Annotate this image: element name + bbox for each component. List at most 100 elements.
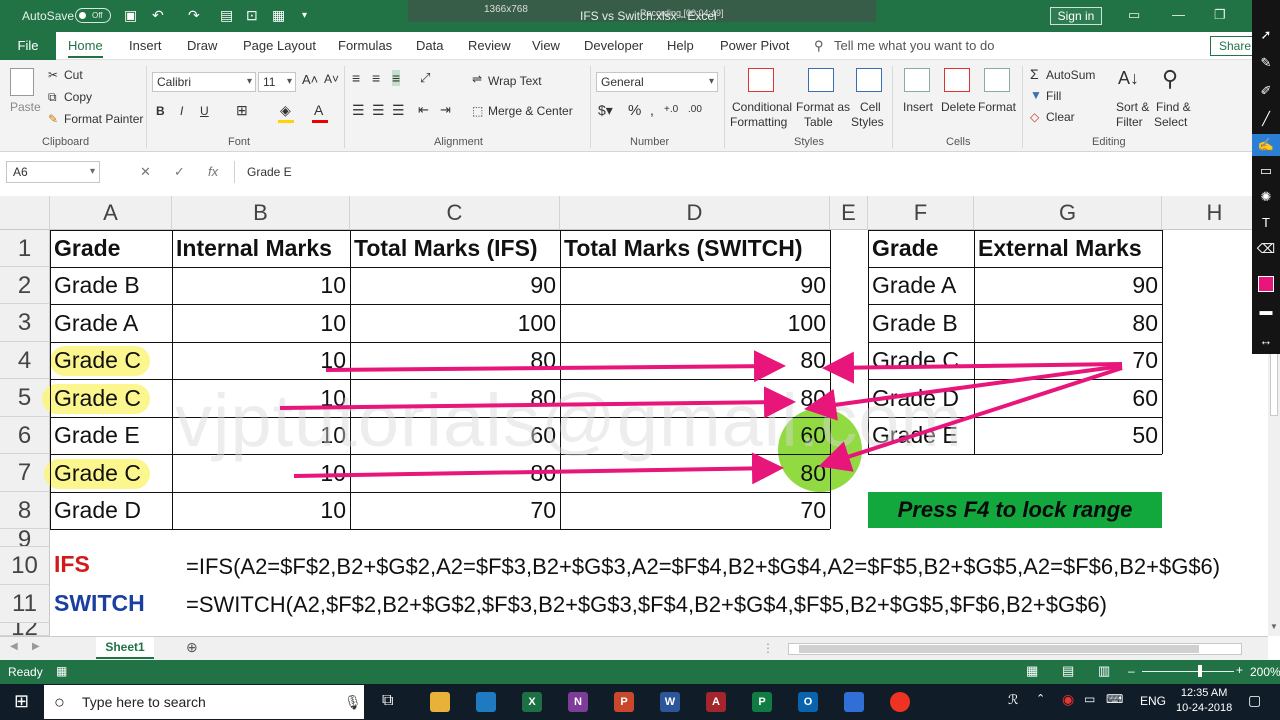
tab-formulas[interactable]: Formulas <box>338 38 392 53</box>
t2-data-cell[interactable]: Grade E <box>868 417 974 454</box>
t2-data-cell[interactable]: 70 <box>974 342 1162 379</box>
tab-file[interactable]: File <box>0 32 56 60</box>
format-as-table-icon[interactable] <box>808 68 834 92</box>
t2-header-cell[interactable]: External Marks <box>974 230 1162 267</box>
eraser-tool-icon[interactable]: ⌫ <box>1252 238 1280 260</box>
align-left-icon[interactable]: ☰ <box>352 102 365 119</box>
decrease-decimal-icon[interactable]: .00 <box>688 104 702 115</box>
delete-cells-button[interactable]: Delete <box>941 100 976 114</box>
sheet-tab-sheet1[interactable]: Sheet1 <box>96 637 154 659</box>
horizontal-scroll-thumb[interactable] <box>799 645 1199 653</box>
excel-taskbar-icon[interactable]: X <box>522 692 542 712</box>
powerpoint-icon[interactable]: P <box>614 692 634 712</box>
align-center-icon[interactable]: ☰ <box>372 102 385 119</box>
access-icon[interactable]: A <box>706 692 726 712</box>
align-top-icon[interactable]: ≡ <box>352 70 360 86</box>
share-button[interactable]: Share <box>1210 36 1256 56</box>
app-shield-icon[interactable] <box>844 692 864 712</box>
sort-filter-line2[interactable]: Filter <box>1116 115 1143 129</box>
paste-icon[interactable] <box>10 68 34 96</box>
row-header-9[interactable]: 9 <box>0 529 50 547</box>
recorder-icon[interactable] <box>890 692 910 712</box>
text-tool-icon[interactable]: T <box>1252 212 1280 234</box>
sort-filter-line1[interactable]: Sort & <box>1116 100 1149 114</box>
select-all-corner[interactable] <box>0 196 50 230</box>
tab-insert[interactable]: Insert <box>129 38 162 53</box>
cell-styles-line2[interactable]: Styles <box>851 115 884 129</box>
wrap-text-icon[interactable]: ⇌ <box>472 72 482 86</box>
fill-button[interactable]: Fill <box>1046 89 1061 103</box>
marker-tool-icon[interactable]: ✐ <box>1252 80 1280 102</box>
underline-icon[interactable]: U <box>200 104 209 118</box>
accounting-format-icon[interactable]: $▾ <box>598 102 613 119</box>
taskbar-clock[interactable]: 12:35 AM 10-24-2018 <box>1176 686 1232 716</box>
cell-styles-line1[interactable]: Cell <box>860 100 881 114</box>
taskbar-search[interactable]: ○ Type here to search 🎙 <box>44 685 364 719</box>
t1-data-cell[interactable]: 100 <box>560 304 830 342</box>
horizontal-scrollbar[interactable] <box>788 643 1242 655</box>
t2-data-cell[interactable]: Grade A <box>868 267 974 304</box>
sort-filter-icon[interactable]: A↓ <box>1118 68 1139 89</box>
conditional-formatting-icon[interactable] <box>748 68 774 92</box>
conditional-formatting-line1[interactable]: Conditional <box>732 100 792 114</box>
tab-data[interactable]: Data <box>416 38 443 53</box>
increase-decimal-icon[interactable]: +.0 <box>664 104 678 115</box>
highlighter-tool-icon[interactable]: ✍ <box>1252 134 1280 156</box>
customize-qat-icon[interactable]: ▾ <box>302 10 307 21</box>
tab-review[interactable]: Review <box>468 38 511 53</box>
t1-data-cell[interactable]: Grade C <box>50 454 172 492</box>
restore-icon[interactable]: ❐ <box>1214 7 1226 23</box>
zoom-slider[interactable] <box>1142 671 1234 672</box>
publisher-icon[interactable]: P <box>752 692 772 712</box>
zoom-out-icon[interactable]: – <box>1128 664 1135 678</box>
save-icon[interactable]: ▣ <box>124 7 137 24</box>
align-middle-icon[interactable]: ≡ <box>372 70 380 86</box>
row-header-4[interactable]: 4 <box>0 342 50 379</box>
t1-data-cell[interactable]: Grade B <box>50 267 172 304</box>
t1-data-cell[interactable]: Grade D <box>50 492 172 529</box>
next-sheet-icon[interactable]: ▶ <box>32 641 40 652</box>
tell-me-search[interactable]: Tell me what you want to do <box>834 38 994 53</box>
tab-home[interactable]: Home <box>68 38 103 58</box>
tab-help[interactable]: Help <box>667 38 694 53</box>
expand-toolbar-icon[interactable]: ↔ <box>1252 330 1280 352</box>
t1-data-cell[interactable]: 10 <box>172 454 350 492</box>
align-bottom-icon[interactable]: ≡ <box>392 70 401 86</box>
row-header-10[interactable]: 10 <box>0 547 50 585</box>
page-layout-view-icon[interactable]: ▤ <box>1062 663 1074 679</box>
keyboard-icon[interactable]: ⌨ <box>1106 692 1123 706</box>
t1-data-cell[interactable]: 70 <box>350 492 560 529</box>
orientation-icon[interactable]: ⤢ <box>420 70 430 86</box>
record-tray-icon[interactable]: ◉ <box>1062 691 1074 708</box>
normal-view-icon[interactable]: ▦ <box>1026 663 1038 679</box>
redo-icon[interactable]: ↷ <box>188 7 200 24</box>
windows-start-icon[interactable]: ⊞ <box>14 691 29 712</box>
t1-data-cell[interactable]: 10 <box>172 379 350 417</box>
insert-function-icon[interactable]: fx <box>208 164 218 179</box>
column-header-e[interactable]: E <box>830 196 868 230</box>
worksheet-grid[interactable]: A B C D E F G H 1 2 3 4 5 6 7 8 9 10 11 … <box>0 196 1268 636</box>
zoom-slider-thumb[interactable] <box>1198 665 1202 677</box>
cut-button[interactable]: Cut <box>64 68 83 82</box>
column-header-a[interactable]: A <box>50 196 172 230</box>
format-painter-icon[interactable]: ✎ <box>48 112 58 126</box>
format-as-table-line2[interactable]: Table <box>804 115 833 129</box>
percent-icon[interactable]: % <box>628 102 641 119</box>
line-width-icon[interactable]: ▬ <box>1252 300 1280 322</box>
row-header-2[interactable]: 2 <box>0 267 50 304</box>
notification-icon[interactable]: ▢ <box>1248 692 1261 709</box>
pen-color-swatch[interactable] <box>1258 276 1274 292</box>
minimize-icon[interactable]: — <box>1172 7 1185 22</box>
prev-sheet-icon[interactable]: ◀ <box>10 641 18 652</box>
font-size-select[interactable]: 11 <box>258 72 296 92</box>
store-icon[interactable] <box>476 692 496 712</box>
fill-color-icon[interactable]: ◈ <box>280 102 291 119</box>
macro-record-icon[interactable]: ▦ <box>56 664 67 678</box>
column-header-d[interactable]: D <box>560 196 830 230</box>
sign-in-button[interactable]: Sign in <box>1050 7 1102 25</box>
t1-data-cell[interactable]: 80 <box>350 342 560 379</box>
language-indicator[interactable]: ENG <box>1140 694 1166 708</box>
form-icon[interactable]: ▦ <box>272 7 285 24</box>
print-preview-icon[interactable]: ▤ <box>220 7 233 24</box>
switch-label[interactable]: SWITCH <box>50 590 149 617</box>
